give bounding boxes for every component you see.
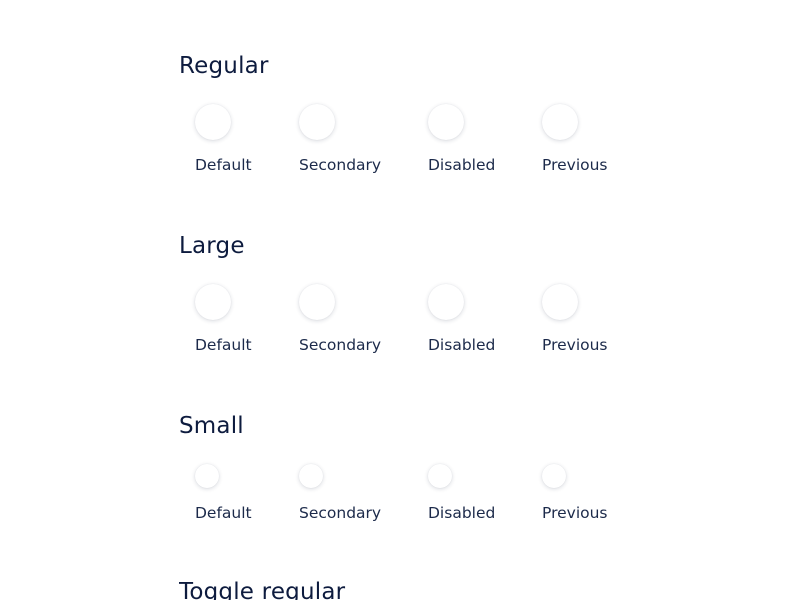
secondary-round-button[interactable] <box>299 284 335 320</box>
button-label: Disabled <box>428 504 496 522</box>
button-label: Default <box>195 504 252 522</box>
section-regular: Regular Default Secondary Disabled Previ… <box>179 52 699 182</box>
secondary-round-button[interactable] <box>299 104 335 140</box>
section-title: Large <box>179 233 245 259</box>
button-label: Previous <box>542 504 608 522</box>
button-label: Disabled <box>428 336 496 354</box>
default-round-button[interactable] <box>195 104 231 140</box>
button-label: Previous <box>542 336 608 354</box>
button-label: Default <box>195 336 252 354</box>
section-title: Toggle regular <box>179 579 346 600</box>
previous-round-button[interactable] <box>542 464 566 488</box>
button-label: Disabled <box>428 156 496 174</box>
section-title: Regular <box>179 53 269 79</box>
section-large: Large Default Secondary Disabled Previou… <box>179 232 699 362</box>
disabled-round-button <box>428 284 464 320</box>
default-round-button[interactable] <box>195 284 231 320</box>
component-showcase: Regular Default Secondary Disabled Previ… <box>0 0 800 600</box>
button-label: Secondary <box>299 156 382 174</box>
secondary-round-button[interactable] <box>299 464 323 488</box>
button-label: Default <box>195 156 252 174</box>
button-label: Secondary <box>299 336 382 354</box>
disabled-round-button <box>428 464 452 488</box>
button-label: Secondary <box>299 504 382 522</box>
default-round-button[interactable] <box>195 464 219 488</box>
previous-round-button[interactable] <box>542 104 578 140</box>
section-small: Small Default Secondary Disabled Previou… <box>179 412 699 532</box>
section-title: Small <box>179 413 244 439</box>
previous-round-button[interactable] <box>542 284 578 320</box>
button-label: Previous <box>542 156 608 174</box>
disabled-round-button <box>428 104 464 140</box>
section-toggle-regular: Toggle regular <box>179 578 699 600</box>
